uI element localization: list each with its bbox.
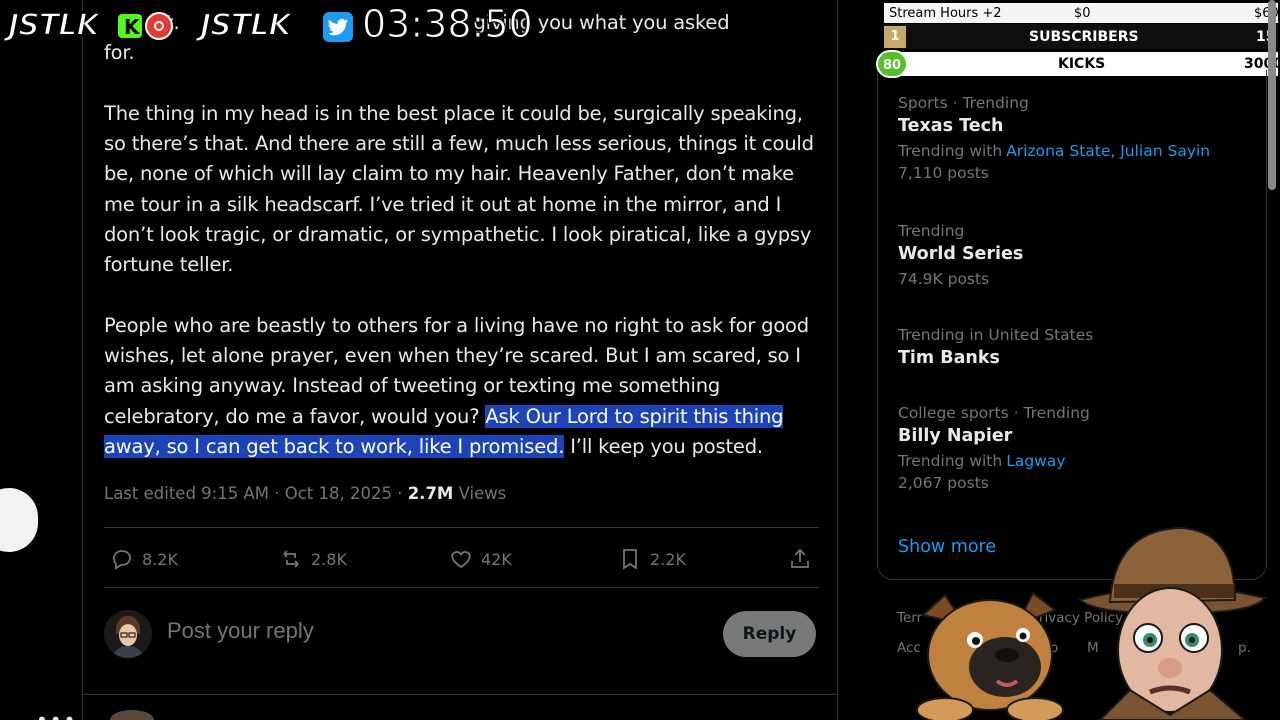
tweet-column: t. giving you what you asked for. The th… <box>82 0 838 720</box>
repost-action[interactable]: 2.8K <box>279 545 347 573</box>
stream-hours-row: Stream Hours +2 $0 $60 <box>884 3 1279 23</box>
divider <box>104 587 819 588</box>
youtube-icon <box>145 12 173 40</box>
trend-item[interactable]: College sports · Trending Billy Napier T… <box>898 404 1090 492</box>
share-icon <box>791 548 809 568</box>
avatar <box>104 610 152 658</box>
edited-timestamp[interactable]: Last edited 9:15 AM · Oct 18, 2025 · <box>104 484 408 503</box>
tweet-meta: Last edited 9:15 AM · Oct 18, 2025 · 2.7… <box>104 484 506 503</box>
tweet-paragraph-1: The thing in my head is in the best plac… <box>104 102 814 277</box>
tweet-text-end: I’ll keep you posted. <box>564 434 763 458</box>
logo-left: JSTLK <box>7 7 101 44</box>
trend-item[interactable]: Trending in United States Tim Banks <box>898 326 1093 368</box>
share-button[interactable] <box>788 545 812 573</box>
stream-goals-panel: Stream Hours +2 $0 $60 1 SUBSCRIBERS 15 … <box>876 0 1280 78</box>
twitter-icon <box>321 10 355 44</box>
divider <box>83 694 838 695</box>
divider <box>104 527 819 528</box>
kick-icon: K <box>116 12 144 40</box>
show-more-link[interactable]: Show more <box>898 537 996 557</box>
tweet-paragraph-2: People who are beastly to others for a l… <box>104 311 819 462</box>
scrollbar-thumb[interactable] <box>1268 0 1276 190</box>
subscribers-row: 1 SUBSCRIBERS 15 <box>884 26 1278 48</box>
reply-icon <box>113 550 131 570</box>
bookmark-action[interactable]: 2.2K <box>618 545 686 573</box>
logo-right: JSTLK <box>199 7 293 44</box>
trends-panel: Sports · Trending Texas Tech Trending wi… <box>877 70 1267 580</box>
bookmark-count: 2.2K <box>650 549 686 569</box>
reply-button[interactable]: Reply <box>723 611 816 657</box>
trend-link[interactable]: Lagway <box>1006 452 1065 470</box>
views-label: Views <box>453 484 507 503</box>
dog-mascot-image <box>916 591 1064 720</box>
trend-link[interactable]: Arizona State, Julian Sayin <box>1006 142 1210 160</box>
repost-icon <box>283 550 299 568</box>
like-action[interactable]: 42K <box>449 545 512 573</box>
views-count: 2.7M <box>407 484 454 503</box>
side-bubble <box>0 488 38 552</box>
reply-action[interactable]: 8.2K <box>110 545 178 573</box>
more-icon[interactable]: ••• <box>36 708 77 720</box>
next-tweet-preview <box>104 704 819 720</box>
trend-item[interactable]: Trending World Series 74.9K posts <box>898 222 1023 288</box>
detective-mascot-image <box>1077 526 1267 720</box>
like-count: 42K <box>481 549 512 569</box>
bookmark-icon <box>623 549 637 570</box>
heart-icon <box>451 551 471 569</box>
stream-timer: 03:38:50 <box>362 2 534 47</box>
reply-count: 8.2K <box>142 549 178 569</box>
repost-count: 2.8K <box>311 549 347 569</box>
reply-input[interactable] <box>167 618 567 644</box>
trend-item[interactable]: Sports · Trending Texas Tech Trending wi… <box>898 94 1210 182</box>
